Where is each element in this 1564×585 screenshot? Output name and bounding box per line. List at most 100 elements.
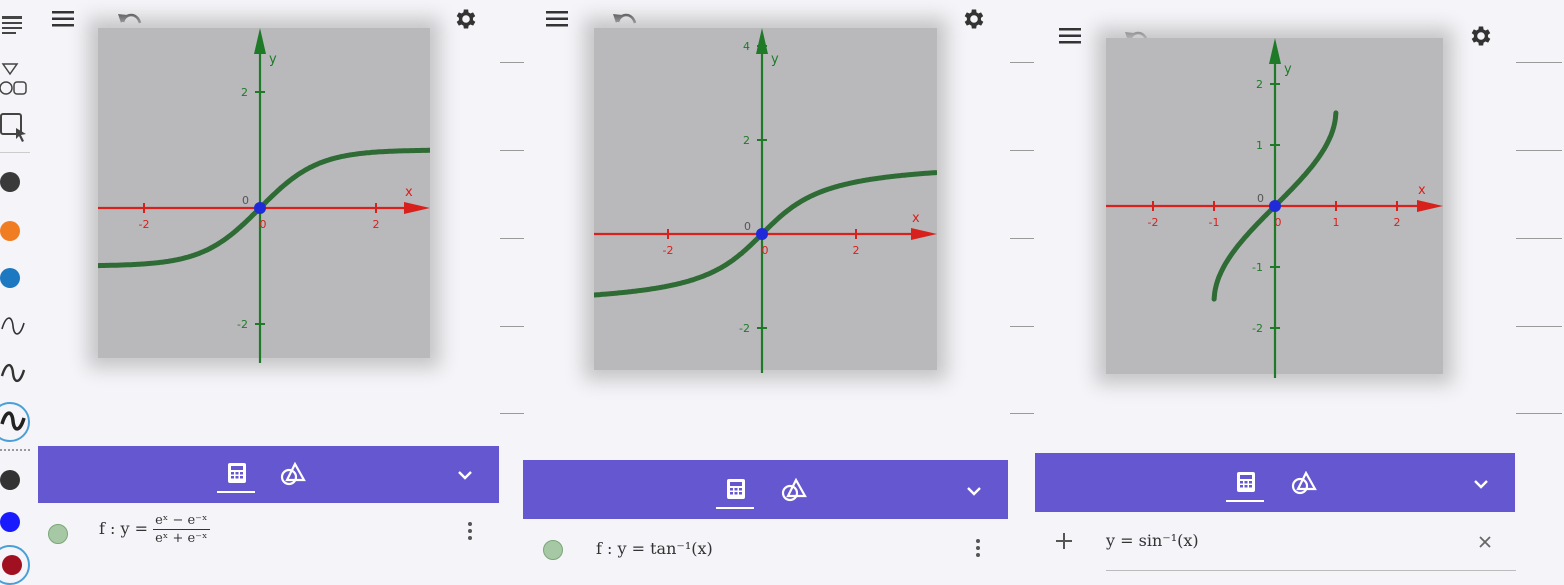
expression-arctan[interactable]: f : y = tan⁻¹(x) (596, 539, 713, 558)
y-axis-arrow (254, 28, 266, 54)
y-tick-label: 2 (241, 86, 248, 99)
y-axis-arrow (756, 28, 768, 54)
grid-rule (1010, 150, 1034, 151)
grid-rule (500, 413, 524, 414)
active-tab-underline (1226, 500, 1264, 502)
x-tick-label: -2 (663, 244, 674, 257)
line-style-thin-icon[interactable] (0, 315, 26, 341)
visibility-toggle[interactable] (48, 524, 68, 544)
visibility-toggle[interactable] (543, 540, 563, 560)
tool-divider (0, 152, 30, 153)
grid-rule (500, 238, 524, 239)
y-tick-label: 2 (1256, 78, 1263, 91)
origin-label: 0 (242, 194, 249, 207)
menu-icon[interactable] (546, 10, 568, 32)
select-tool-icon[interactable] (0, 112, 28, 148)
origin-label: 0 (744, 220, 751, 233)
calculator-icon[interactable] (726, 478, 746, 504)
x-tick-label: 2 (1394, 216, 1401, 229)
x-tick-label: 2 (373, 218, 380, 231)
y-tick-label: 2 (743, 134, 750, 147)
origin-point (254, 202, 266, 214)
tool-divider-dotted (0, 449, 30, 451)
y-axis-label: y (771, 52, 779, 67)
grid-rule (500, 62, 524, 63)
expression-fraction: eˣ − e⁻ˣ eˣ + e⁻ˣ (153, 513, 210, 546)
x-axis-label: x (405, 185, 413, 200)
y-tick-label: 1 (1256, 139, 1263, 152)
fraction-denominator: eˣ + e⁻ˣ (155, 531, 208, 546)
tools-sidebar (0, 0, 38, 585)
x-tick-label: 0 (260, 218, 267, 231)
more-options-icon[interactable] (976, 539, 980, 560)
x-tick-label: -2 (1148, 216, 1159, 229)
grid-rule (1516, 62, 1562, 63)
y-axis-label: y (269, 52, 277, 67)
grid-rule (1010, 238, 1034, 239)
menu-icon[interactable] (52, 10, 74, 32)
chevron-down-icon[interactable] (457, 466, 473, 485)
color-swatch-dark[interactable] (0, 470, 20, 490)
close-icon[interactable] (1478, 534, 1492, 553)
color-swatch-black[interactable] (0, 172, 20, 192)
geometry-tools-icon[interactable] (1291, 470, 1317, 499)
chevron-down-icon[interactable] (966, 482, 982, 501)
grid-rule (500, 326, 524, 327)
x-axis-arrow (404, 202, 430, 214)
calculator-icon[interactable] (1236, 471, 1256, 497)
expression-tanh[interactable]: f : y = eˣ − e⁻ˣ eˣ + e⁻ˣ (99, 513, 210, 546)
gear-icon[interactable] (453, 6, 479, 36)
fraction-numerator: eˣ − e⁻ˣ (153, 513, 210, 530)
text-tool-icon[interactable] (0, 12, 26, 42)
x-tick-label: 0 (762, 244, 769, 257)
grid-rule (1516, 326, 1562, 327)
expression-lhs: f : y = (99, 519, 149, 538)
grid-rule (1516, 238, 1562, 239)
y-tick-label: -2 (237, 318, 248, 331)
x-axis-arrow (911, 228, 937, 240)
y-tick-label: -2 (739, 322, 750, 335)
origin-point (1269, 200, 1281, 212)
gear-icon[interactable] (1468, 23, 1494, 53)
expression-arcsin-input[interactable]: y = sin⁻¹(x) (1106, 531, 1199, 550)
x-tick-label: -1 (1209, 216, 1220, 229)
y-tick-label: -2 (1252, 322, 1263, 335)
color-swatch-pure-blue[interactable] (0, 512, 20, 532)
grid-rule (1010, 62, 1034, 63)
color-swatch-crimson-selected[interactable] (0, 545, 30, 585)
origin-point (756, 228, 768, 240)
grid-rule (1516, 150, 1562, 151)
line-style-thick-icon[interactable] (0, 402, 30, 442)
grid-rule (500, 150, 524, 151)
gear-icon[interactable] (961, 6, 987, 36)
grid-rule (1516, 413, 1562, 414)
x-axis-label: x (1418, 183, 1426, 198)
calculator-icon[interactable] (227, 462, 247, 488)
color-swatch-blue[interactable] (0, 268, 20, 288)
more-options-icon[interactable] (468, 522, 472, 543)
x-tick-label: 1 (1333, 216, 1340, 229)
y-axis-label: y (1284, 62, 1292, 77)
y-tick-label: 4 (743, 40, 750, 53)
plus-icon[interactable] (1055, 532, 1073, 554)
geometry-tools-icon[interactable] (781, 477, 807, 506)
active-tab-underline (217, 491, 255, 493)
x-tick-label: -2 (139, 218, 150, 231)
chevron-down-icon[interactable] (1473, 475, 1489, 494)
shapes-tool-icon[interactable] (0, 62, 28, 102)
input-bar (38, 446, 499, 503)
menu-icon[interactable] (1059, 27, 1081, 49)
x-tick-label: 2 (853, 244, 860, 257)
graph-view[interactable]: x y -2 0 2 2 -2 0 (98, 28, 430, 363)
color-swatch-orange[interactable] (0, 221, 20, 241)
grid-rule (1010, 413, 1034, 414)
line-style-medium-icon[interactable] (0, 362, 26, 388)
x-axis-label: x (912, 211, 920, 226)
geometry-tools-icon[interactable] (280, 461, 306, 490)
input-bar (523, 460, 1008, 519)
grid-rule (1010, 326, 1034, 327)
graph-view[interactable]: x y -2 -1 0 1 2 2 1 -1 -2 0 (1106, 38, 1443, 378)
graph-view[interactable]: x y -2 0 2 4 2 -2 0 (594, 28, 937, 373)
x-axis-arrow (1417, 200, 1443, 212)
input-bar (1035, 453, 1515, 512)
